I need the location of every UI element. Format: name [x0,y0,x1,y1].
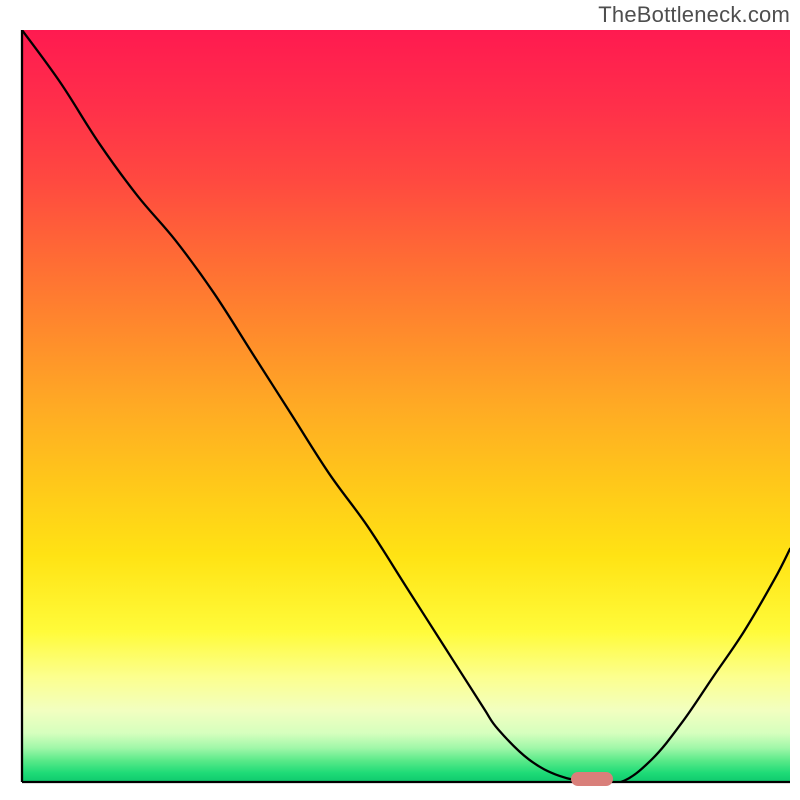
optimal-range-marker [571,772,613,786]
chart-background [22,30,790,782]
chart-svg [0,0,800,800]
chart-canvas: TheBottleneck.com [0,0,800,800]
